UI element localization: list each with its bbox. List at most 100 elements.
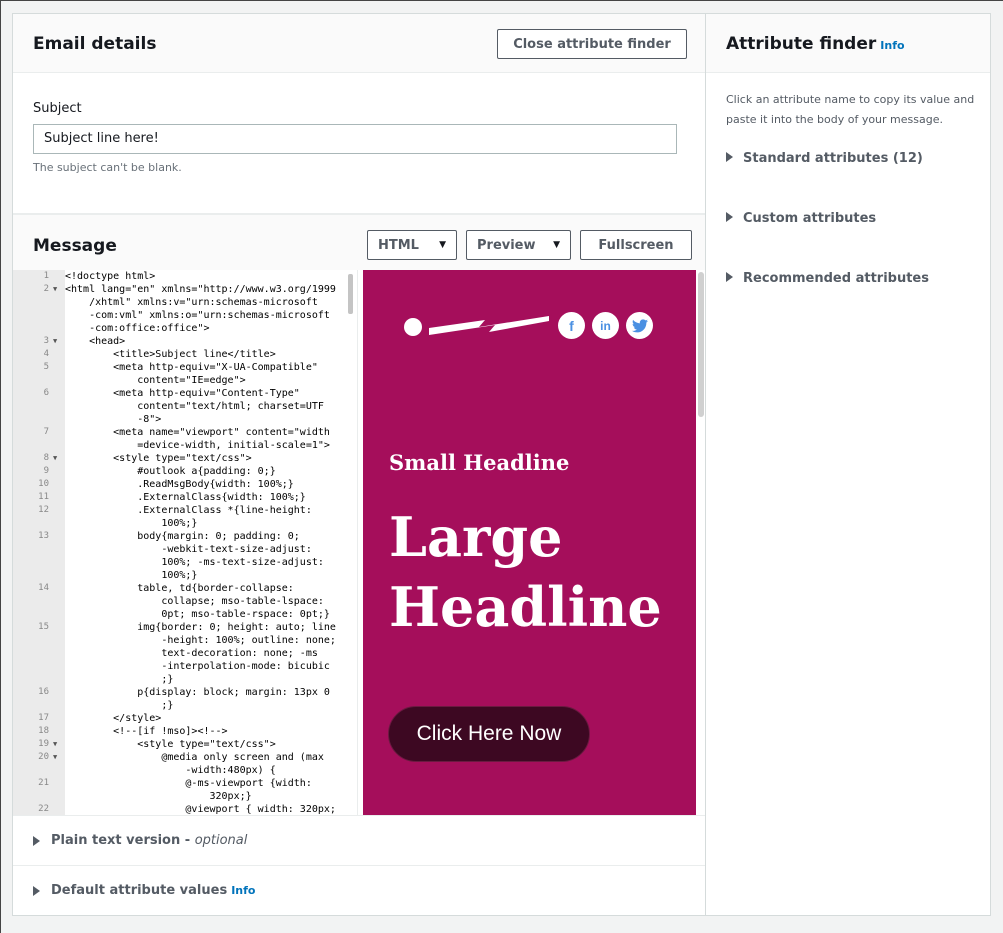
fold-toggle-icon[interactable] [53, 621, 65, 634]
code-line: 19 ▼ <style type="text/css"> [13, 738, 357, 751]
fold-toggle-icon[interactable] [53, 595, 65, 608]
code-text: 100%;} [65, 518, 198, 529]
fold-toggle-icon[interactable] [53, 387, 65, 400]
optional-label: optional [194, 833, 248, 848]
fold-toggle-icon[interactable] [53, 790, 65, 803]
fold-toggle-icon[interactable] [53, 504, 65, 517]
info-link[interactable]: Info [880, 39, 904, 52]
code-line: -com:office:office"> [13, 322, 357, 335]
code-line: -com:vml" xmlns:o="urn:schemas-microsoft [13, 309, 357, 322]
fold-toggle-icon[interactable] [53, 400, 65, 413]
fold-toggle-icon[interactable] [53, 686, 65, 699]
code-text: 100%; -ms-text-size-adjust: [65, 557, 324, 568]
code-text: <title>Subject line</title> [65, 349, 276, 360]
fold-toggle-icon[interactable] [53, 361, 65, 374]
line-number: 21 [38, 778, 49, 788]
fold-toggle-icon[interactable] [53, 465, 65, 478]
fold-toggle-icon[interactable] [53, 673, 65, 686]
fold-toggle-icon[interactable] [53, 478, 65, 491]
fold-toggle-icon[interactable] [53, 426, 65, 439]
code-line: collapse; mso-table-lspace: [13, 595, 357, 608]
code-text: <!doctype html> [65, 271, 156, 282]
subject-section: Subject Subject line here! The subject c… [13, 74, 706, 214]
fold-toggle-icon[interactable]: ▼ [53, 738, 65, 751]
fold-toggle-icon[interactable] [53, 491, 65, 504]
code-line: 5 <meta http-equiv="X-UA-Compatible" [13, 361, 357, 374]
line-number [13, 322, 53, 335]
fold-toggle-icon[interactable] [53, 296, 65, 309]
plain-text-version-section[interactable]: Plain text version - optional [13, 815, 706, 865]
plain-text-version-label: Plain text version - optional [51, 833, 247, 848]
fold-toggle-icon[interactable] [53, 634, 65, 647]
linkedin-icon[interactable]: in [592, 312, 619, 339]
code-line: ;} [13, 699, 357, 712]
fold-toggle-icon[interactable] [53, 309, 65, 322]
subject-input[interactable]: Subject line here! [33, 124, 677, 154]
code-line: 320px;} [13, 790, 357, 803]
preview-dropdown-button[interactable]: Preview ▼ [466, 230, 571, 260]
code-text: -interpolation-mode: bicubic [65, 661, 330, 672]
line-number: 13 [38, 531, 49, 541]
code-line: 16 p{display: block; margin: 13px 0 [13, 686, 357, 699]
fold-toggle-icon[interactable] [53, 764, 65, 777]
fold-toggle-icon[interactable]: ▼ [53, 335, 65, 348]
logo-dot [404, 318, 422, 336]
standard-attributes-toggle[interactable]: Standard attributes (12) [726, 151, 923, 166]
fullscreen-button[interactable]: Fullscreen [580, 230, 692, 260]
html-dropdown-button[interactable]: HTML ▼ [367, 230, 457, 260]
small-headline: Small Headline [389, 450, 570, 475]
fold-toggle-icon[interactable] [53, 530, 65, 543]
fold-toggle-icon[interactable] [53, 660, 65, 673]
fold-toggle-icon[interactable] [53, 270, 65, 283]
fold-toggle-icon[interactable]: ▼ [53, 751, 65, 764]
line-number: 17 [38, 713, 49, 723]
recommended-attributes-toggle[interactable]: Recommended attributes [726, 271, 929, 286]
info-link[interactable]: Info [231, 884, 255, 897]
preview-scrollbar[interactable] [698, 272, 704, 417]
fold-toggle-icon[interactable] [53, 608, 65, 621]
fold-toggle-icon[interactable] [53, 725, 65, 738]
custom-attributes-toggle[interactable]: Custom attributes [726, 211, 876, 226]
fold-toggle-icon[interactable]: ▼ [53, 452, 65, 465]
fold-toggle-icon[interactable] [53, 803, 65, 815]
fold-toggle-icon[interactable] [53, 777, 65, 790]
line-number [13, 790, 53, 803]
fold-toggle-icon[interactable]: ▼ [53, 283, 65, 296]
code-line: 14 table, td{border-collapse: [13, 582, 357, 595]
default-attribute-values-section[interactable]: Default attribute values Info [13, 865, 706, 915]
code-line: 21 @-ms-viewport {width: [13, 777, 357, 790]
fold-toggle-icon[interactable] [53, 322, 65, 335]
facebook-icon[interactable]: f [558, 312, 585, 339]
caret-down-icon: ▼ [553, 240, 560, 250]
code-text: .ExternalClass *{line-height: [65, 505, 312, 516]
fold-toggle-icon[interactable] [53, 348, 65, 361]
fold-toggle-icon[interactable] [53, 374, 65, 387]
line-number [13, 400, 53, 413]
fold-toggle-icon[interactable] [53, 712, 65, 725]
cta-button[interactable]: Click Here Now [388, 706, 590, 762]
close-attribute-finder-button[interactable]: Close attribute finder [497, 29, 687, 59]
fold-toggle-icon[interactable] [53, 439, 65, 452]
email-details-header: Email details Close attribute finder [13, 14, 706, 73]
fold-toggle-icon[interactable] [53, 582, 65, 595]
fold-toggle-icon[interactable] [53, 699, 65, 712]
fold-toggle-icon[interactable] [53, 517, 65, 530]
fold-toggle-icon[interactable] [53, 647, 65, 660]
fold-toggle-icon[interactable] [53, 543, 65, 556]
code-line: 4 <title>Subject line</title> [13, 348, 357, 361]
code-text: /xhtml" xmlns:v="urn:schemas-microsoft [65, 297, 318, 308]
fold-toggle-icon[interactable] [53, 569, 65, 582]
code-editor[interactable]: 1 <!doctype html> 2 ▼ <html lang="en" xmlns=… [13, 270, 358, 815]
line-number [13, 374, 53, 387]
line-number [13, 413, 53, 426]
twitter-icon[interactable] [626, 312, 653, 339]
code-text: -8"> [65, 414, 162, 425]
editor-scrollbar[interactable] [348, 274, 353, 314]
code-text: @-ms-viewport {width: [65, 778, 312, 789]
code-line: 6 <meta http-equiv="Content-Type" [13, 387, 357, 400]
line-number [13, 634, 53, 647]
fold-toggle-icon[interactable] [53, 413, 65, 426]
fold-toggle-icon[interactable] [53, 556, 65, 569]
code-line: 12 .ExternalClass *{line-height: [13, 504, 357, 517]
code-line: 11 .ExternalClass{width: 100%;} [13, 491, 357, 504]
